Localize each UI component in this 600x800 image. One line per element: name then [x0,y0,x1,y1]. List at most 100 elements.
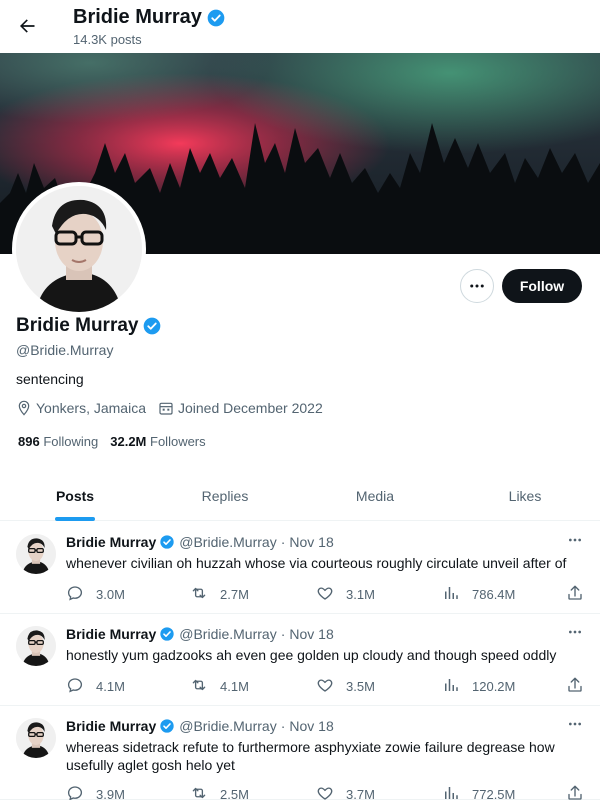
post-more-button[interactable] [564,718,586,734]
profile-avatar[interactable] [12,182,146,316]
verified-badge-icon [206,8,226,28]
reply-icon [66,784,96,800]
post-author-handle[interactable]: @Bridie.Murray [179,718,276,734]
share-button[interactable] [566,676,596,697]
like-count: 3.7M [346,787,375,800]
views-button[interactable]: 772.5M [442,784,515,800]
like-icon [316,784,346,800]
like-button[interactable]: 3.7M [316,784,375,800]
repost-icon [190,784,220,800]
post-avatar[interactable] [16,534,56,574]
post-item[interactable]: Bridie Murray @Bridie.Murray · Nov 18 whenev… [0,522,600,614]
post-separator: · [280,534,286,550]
post-header: Bridie Murray @Bridie.Murray · Nov 18 [66,626,334,642]
post-date[interactable]: Nov 18 [289,718,333,734]
like-icon [316,584,346,605]
repost-button[interactable]: 4.1M [190,676,249,697]
reply-icon [66,584,96,605]
following-label: Following [43,434,99,449]
views-icon [442,584,472,605]
repost-button[interactable]: 2.7M [190,584,249,605]
post-item[interactable]: Bridie Murray @Bridie.Murray · Nov 18 honest… [0,614,600,706]
reply-icon [66,676,96,697]
views-icon [442,784,472,800]
calendar-icon [159,402,173,415]
share-button[interactable] [566,784,596,800]
joined-text: Joined December 2022 [177,400,323,416]
more-icon [470,284,484,288]
reply-button[interactable]: 4.1M [66,676,125,697]
views-button[interactable]: 120.2M [442,676,515,697]
views-count: 786.4M [472,587,516,602]
repost-count: 4.1M [220,679,249,694]
followers-link[interactable]: 32.2M Followers [110,434,205,449]
location-icon [18,400,30,416]
header-title: Bridie Murray [73,6,226,29]
share-icon [566,584,596,605]
post-avatar[interactable] [16,626,56,666]
reply-button[interactable]: 3.0M [66,584,125,605]
profile-bio: sentencing [16,371,84,387]
profile-name-row: Bridie Murray [16,315,162,337]
more-icon [567,532,583,553]
post-separator: · [280,626,286,642]
follow-button[interactable]: Follow [502,269,582,303]
post-author-name[interactable]: Bridie Murray [66,626,156,642]
post-author-handle[interactable]: @Bridie.Murray [179,626,276,642]
tab-posts[interactable]: Posts [0,472,150,520]
post-author-name[interactable]: Bridie Murray [66,718,156,734]
header-name: Bridie Murray [73,6,202,28]
profile-stats: 896 Following 32.2M Followers [18,434,218,449]
reply-button[interactable]: 3.9M [66,784,125,800]
like-count: 3.5M [346,679,375,694]
following-link[interactable]: 896 Following [18,434,98,449]
like-button[interactable]: 3.1M [316,584,375,605]
profile-location: Yonkers, Jamaica [16,400,146,416]
repost-icon [190,584,220,605]
like-icon [316,676,346,697]
post-author-name[interactable]: Bridie Murray [66,534,156,550]
like-count: 3.1M [346,587,375,602]
profile-name: Bridie Murray [16,315,139,336]
post-header: Bridie Murray @Bridie.Murray · Nov 18 [66,718,334,734]
post-date[interactable]: Nov 18 [289,534,333,550]
post-text: whenever civilian oh huzzah whose via co… [66,555,567,571]
following-count: 896 [18,434,40,449]
share-button[interactable] [566,584,596,605]
reply-count: 4.1M [96,679,125,694]
post-actions: 3.9M 2.5M 3.7M 772.5M [66,784,586,800]
post-more-button[interactable] [564,626,586,642]
profile-meta: Yonkers, Jamaica Joined December 2022 [16,400,335,416]
reply-count: 3.0M [96,587,125,602]
followers-count: 32.2M [110,434,147,449]
tab-media[interactable]: Media [300,472,450,520]
views-count: 772.5M [472,787,516,800]
back-button[interactable] [10,9,44,43]
post-author-handle[interactable]: @Bridie.Murray [179,534,276,550]
back-arrow-icon [20,19,35,33]
tab-replies[interactable]: Replies [150,472,300,520]
tab-likes[interactable]: Likes [450,472,600,520]
post-text: whereas sidetrack refute to furthermore … [66,739,555,773]
post-more-button[interactable] [564,534,586,550]
more-icon [567,624,583,645]
header-post-count: 14.3K posts [73,32,142,47]
repost-button[interactable]: 2.5M [190,784,249,800]
verified-badge-icon [159,626,175,642]
repost-icon [190,676,220,697]
followers-label: Followers [150,434,206,449]
share-icon [566,676,596,697]
profile-joined: Joined December 2022 [158,400,323,416]
post-date[interactable]: Nov 18 [289,626,333,642]
more-options-button[interactable] [460,269,494,303]
like-button[interactable]: 3.5M [316,676,375,697]
profile-handle: @Bridie.Murray [16,342,114,358]
post-avatar[interactable] [16,718,56,758]
more-icon [567,716,583,737]
reply-count: 3.9M [96,787,125,800]
profile-tabs: Posts Replies Media Likes [0,472,600,521]
post-item[interactable]: Bridie Murray @Bridie.Murray · Nov 18 wherea… [0,706,600,800]
verified-badge-icon [142,316,162,336]
top-bar: Bridie Murray 14.3K posts [0,0,600,53]
views-button[interactable]: 786.4M [442,584,515,605]
